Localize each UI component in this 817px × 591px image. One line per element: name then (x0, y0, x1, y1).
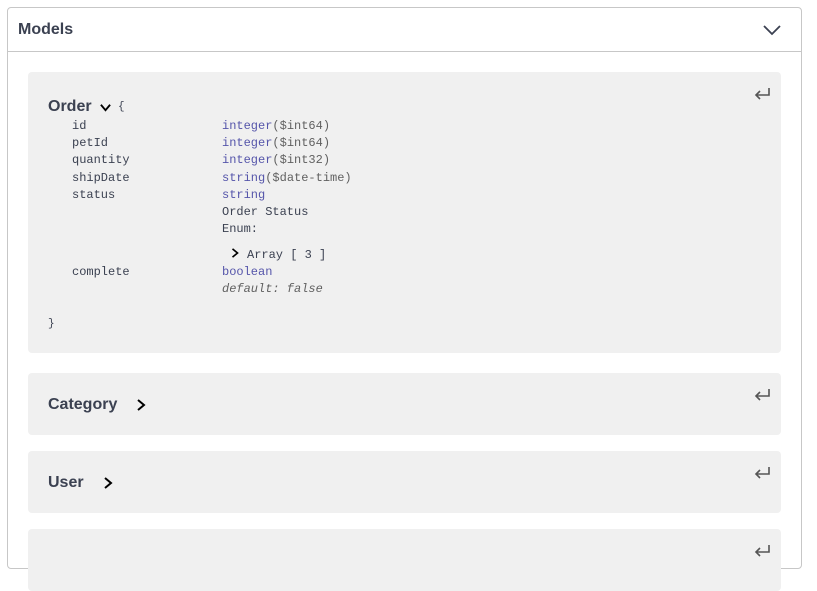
property-format: ($int64) (272, 136, 331, 150)
return-arrow-icon[interactable] (753, 386, 771, 402)
property-type-name: integer (222, 153, 273, 167)
property-name: shipDate (72, 171, 130, 185)
property-name: complete (72, 265, 130, 279)
chevron-down-icon[interactable] (100, 102, 111, 113)
property-type: string (222, 188, 265, 202)
chevron-right-icon[interactable] (102, 477, 114, 489)
model-category[interactable]: Category (28, 373, 781, 435)
model-next[interactable] (28, 529, 781, 591)
model-user[interactable]: User (28, 451, 781, 513)
property-name: id (72, 119, 87, 133)
property-format: ($int64) (272, 119, 331, 133)
enum-label: Enum: (222, 222, 259, 236)
chevron-right-icon[interactable] (230, 248, 240, 258)
return-arrow-icon[interactable] (753, 85, 771, 101)
model-user-name[interactable]: User (48, 474, 84, 492)
property-format: ($date-time) (265, 171, 352, 185)
property-type-name: boolean (222, 265, 273, 279)
models-section-header[interactable]: Models (8, 8, 801, 52)
status-description: Order Status (222, 205, 309, 219)
models-section-title: Models (18, 21, 74, 38)
models-section: Models Order { id integer($int64) petId … (7, 7, 802, 591)
open-brace: { (118, 101, 125, 113)
model-order-name[interactable]: Order (48, 98, 92, 116)
property-type: integer($int64) (222, 119, 330, 133)
property-name: petId (72, 136, 109, 150)
model-category-name[interactable]: Category (48, 396, 117, 414)
property-name: quantity (72, 153, 130, 167)
property-type: string($date-time) (222, 171, 352, 185)
property-type-name: string (222, 171, 266, 185)
property-type-name: integer (222, 136, 273, 150)
property-type: boolean (222, 265, 272, 279)
property-type-name: string (222, 188, 266, 202)
property-format: ($int32) (272, 153, 331, 167)
close-brace: } (48, 318, 55, 330)
enum-array-toggle[interactable]: Array [ 3 ] (247, 248, 326, 262)
property-type-name: integer (222, 119, 273, 133)
default-value: default: false (222, 282, 323, 296)
return-arrow-icon[interactable] (753, 464, 771, 480)
chevron-down-icon[interactable] (762, 20, 782, 40)
property-type: integer($int32) (222, 153, 330, 167)
property-name: status (72, 188, 116, 202)
model-order: Order { id integer($int64) petId integer… (28, 72, 781, 353)
property-type: integer($int64) (222, 136, 330, 150)
chevron-right-icon[interactable] (135, 399, 147, 411)
return-arrow-icon[interactable] (753, 542, 771, 558)
